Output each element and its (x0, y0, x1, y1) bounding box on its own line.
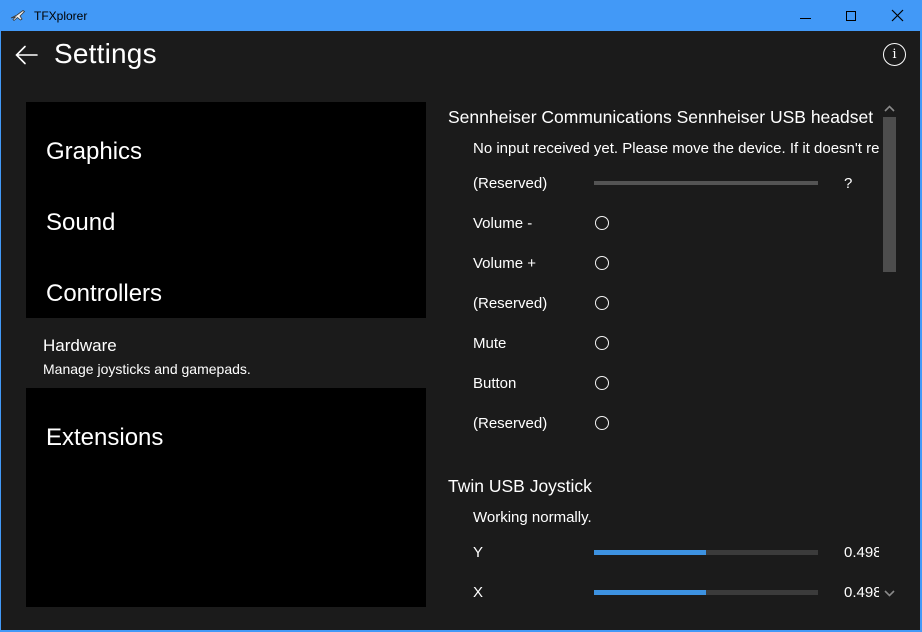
settings-nav: Graphics Sound Controllers Hardware Mana… (26, 102, 426, 607)
button-state-indicator (595, 256, 609, 270)
button-state-indicator (595, 416, 609, 430)
row-label: (Reserved) (473, 175, 594, 192)
window-title: TFXplorer (34, 9, 87, 23)
scroll-down-icon[interactable] (884, 589, 895, 597)
device-name: Twin USB Joystick (448, 475, 879, 498)
minimize-button[interactable] (782, 0, 828, 31)
page-title: Settings (54, 38, 157, 70)
back-arrow-icon (14, 44, 39, 66)
reserved-slider-track (594, 181, 818, 185)
window-controls (782, 0, 920, 31)
row-label: X (473, 584, 594, 601)
maximize-button[interactable] (828, 0, 874, 31)
sidebar-item-graphics[interactable]: Graphics (26, 116, 426, 187)
minimize-icon (800, 18, 811, 19)
row-value: 0.498 (844, 584, 879, 601)
nav-group-main: Graphics Sound Controllers (26, 102, 426, 318)
close-button[interactable] (874, 0, 920, 31)
scrollbar-thumb[interactable] (883, 117, 896, 272)
row-label: Volume + (473, 255, 594, 272)
device-row: Button (448, 363, 879, 403)
row-control (594, 336, 818, 350)
maximize-icon (846, 11, 856, 21)
row-control (594, 296, 818, 310)
scrollbar[interactable] (881, 99, 898, 611)
device-row: Volume - (448, 203, 879, 243)
sidebar-item-sound[interactable]: Sound (26, 187, 426, 258)
app-window: TFXplorer Settings i (0, 0, 922, 632)
device-status-text: No input received yet. Please move the d… (473, 139, 879, 159)
sidebar-item-hardware[interactable]: Hardware Manage joysticks and gamepads. (26, 318, 426, 388)
row-control (594, 256, 818, 270)
row-control (594, 181, 818, 185)
row-control (594, 590, 818, 595)
button-state-indicator (595, 336, 609, 350)
sidebar-item-controllers[interactable]: Controllers (26, 258, 426, 318)
row-label: Volume - (473, 215, 594, 232)
scroll-up-icon[interactable] (884, 104, 895, 112)
axis-slider-track (594, 550, 818, 555)
device-panel: Sennheiser Communications Sennheiser USB… (448, 99, 879, 612)
device-section: Sennheiser Communications Sennheiser USB… (448, 106, 879, 443)
device-row: Mute (448, 323, 879, 363)
row-label: (Reserved) (473, 415, 594, 432)
device-row: Y 0.498 (448, 532, 879, 572)
row-label: Mute (473, 335, 594, 352)
row-value: 0.498 (844, 544, 879, 561)
close-icon (891, 9, 904, 22)
device-row: Volume + (448, 243, 879, 283)
axis-slider-track (594, 590, 818, 595)
titlebar[interactable]: TFXplorer (1, 0, 920, 31)
row-control (594, 376, 818, 390)
page-header: Settings i (1, 31, 920, 79)
device-row: (Reserved) (448, 283, 879, 323)
button-state-indicator (595, 296, 609, 310)
row-label: Y (473, 544, 594, 561)
row-label: Button (473, 375, 594, 392)
device-row: (Reserved) (448, 403, 879, 443)
device-section: Twin USB Joystick Working normally. Y 0.498… (448, 475, 879, 612)
row-label: (Reserved) (473, 295, 594, 312)
back-button[interactable] (13, 42, 39, 68)
plane-icon (10, 9, 26, 23)
axis-slider-fill (594, 590, 706, 595)
device-row: (Reserved)? (448, 163, 879, 203)
row-control (594, 550, 818, 555)
row-control (594, 216, 818, 230)
hardware-description: Manage joysticks and gamepads. (43, 360, 426, 379)
row-value: ? (844, 175, 852, 192)
sidebar-item-extensions[interactable]: Extensions (26, 402, 426, 473)
button-state-indicator (595, 216, 609, 230)
info-button[interactable]: i (883, 43, 906, 66)
device-row: X 0.498 (448, 572, 879, 612)
device-status-text: Working normally. (473, 508, 879, 528)
axis-slider-fill (594, 550, 706, 555)
device-name: Sennheiser Communications Sennheiser USB… (448, 106, 879, 129)
info-icon: i (892, 48, 896, 61)
button-state-indicator (595, 376, 609, 390)
nav-group-extensions: Extensions (26, 388, 426, 607)
hardware-title: Hardware (43, 335, 426, 357)
row-control (594, 416, 818, 430)
